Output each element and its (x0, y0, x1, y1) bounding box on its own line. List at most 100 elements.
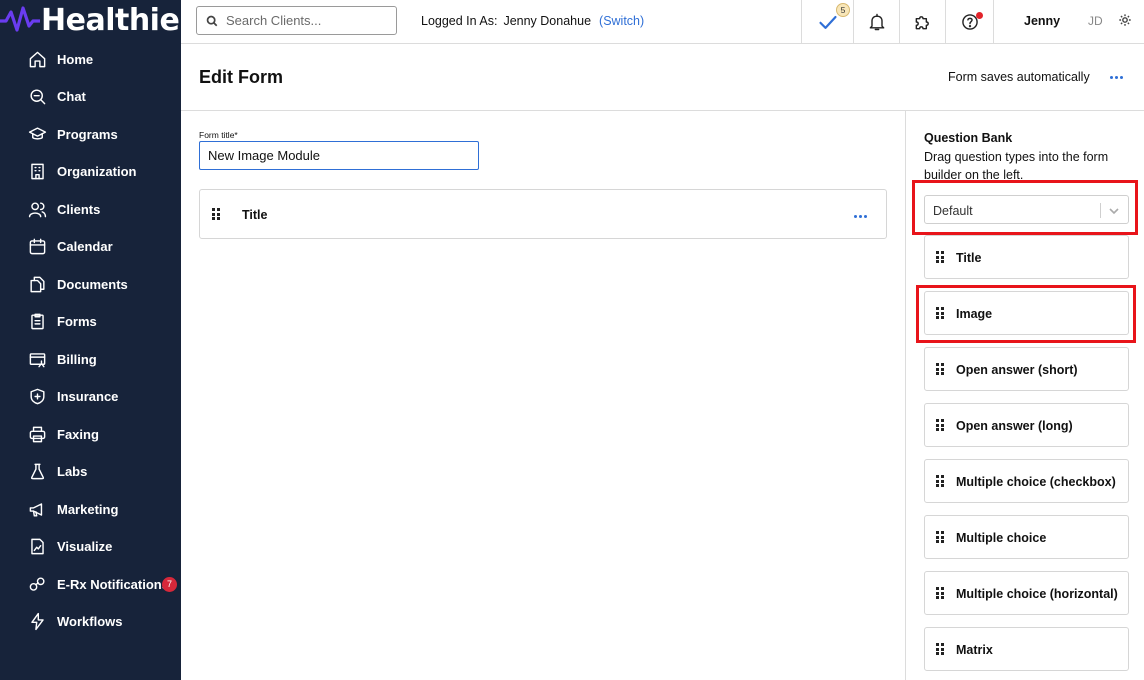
topbar: Logged In As: Jenny Donahue (Switch) 5 Jen… (181, 0, 1144, 44)
chat-icon (27, 86, 47, 106)
question-set-select[interactable]: Default (924, 195, 1129, 224)
sidebar-item-clients[interactable]: Clients (0, 194, 181, 224)
question-type-title[interactable]: Title (924, 235, 1129, 279)
sidebar-item-billing[interactable]: Billing (0, 344, 181, 374)
lightning-icon (27, 611, 47, 631)
page-header: Edit Form Form saves automatically (181, 44, 1144, 111)
shield-icon (27, 386, 47, 406)
question-type-multiple-choice-checkbox[interactable]: Multiple choice (checkbox) (924, 459, 1129, 503)
home-icon (27, 49, 47, 69)
help-button[interactable] (945, 0, 993, 44)
question-type-label: Title (956, 251, 982, 265)
search-box[interactable] (196, 6, 397, 35)
pill-icon (27, 574, 47, 594)
sidebar-item-label: Clients (57, 201, 101, 217)
gear-icon[interactable] (1118, 13, 1132, 27)
sidebar-item-label: Marketing (57, 501, 119, 517)
sidebar-item-organization[interactable]: Organization (0, 156, 181, 186)
question-type-open-answer-long[interactable]: Open answer (long) (924, 403, 1129, 447)
drag-handle-icon[interactable] (212, 208, 220, 220)
question-bank-description: Drag question types into the form builde… (924, 150, 1109, 182)
search-icon (206, 15, 218, 26)
chevron-down-icon[interactable] (1108, 204, 1120, 216)
tasks-button[interactable]: 5 (801, 0, 853, 44)
form-title-label: Form title* (199, 130, 238, 140)
brand-name: Healthie (41, 2, 180, 38)
question-type-label: Multiple choice (horizontal) (956, 587, 1118, 601)
sidebar-item-label: E-Rx Notifications (57, 576, 169, 592)
sidebar-item-calendar[interactable]: Calendar (0, 231, 181, 261)
notifications-button[interactable] (853, 0, 899, 44)
documents-icon (27, 274, 47, 294)
block-options-menu-icon[interactable] (854, 215, 867, 218)
sidebar-item-label: Documents (57, 276, 128, 292)
sidebar-item-faxing[interactable]: Faxing (0, 419, 181, 449)
sidebar-item-programs[interactable]: Programs (0, 119, 181, 149)
search-input[interactable] (226, 13, 396, 28)
drag-handle-icon[interactable] (936, 419, 944, 431)
tasks-count-badge: 5 (836, 3, 850, 17)
question-bank-panel: Question Bank Drag question types into t… (905, 111, 1144, 680)
clipboard-icon (27, 311, 47, 331)
logged-in-user: Jenny Donahue (503, 14, 592, 28)
question-type-multiple-choice-horizontal[interactable]: Multiple choice (horizontal) (924, 571, 1129, 615)
user-first-name[interactable]: Jenny (1024, 14, 1060, 28)
sidebar-item-label: Organization (57, 163, 137, 179)
question-type-label: Matrix (956, 643, 993, 657)
printer-icon (27, 424, 47, 444)
form-options-menu-icon[interactable] (1110, 76, 1123, 79)
sidebar: Healthie Home Chat Programs Organization… (0, 0, 181, 680)
question-type-label: Image (956, 307, 993, 321)
drag-handle-icon[interactable] (936, 251, 944, 263)
question-type-label: Open answer (short) (956, 363, 1078, 377)
healthie-logo[interactable]: Healthie (0, 2, 180, 38)
integrations-button[interactable] (899, 0, 945, 44)
building-icon (27, 161, 47, 181)
sidebar-item-erx-notifications[interactable]: E-Rx Notifications 7 (0, 569, 181, 599)
calendar-icon (27, 236, 47, 256)
sidebar-item-visualize[interactable]: Visualize (0, 531, 181, 561)
sidebar-item-documents[interactable]: Documents (0, 269, 181, 299)
logged-in-label: Logged In As: (421, 14, 498, 28)
sidebar-item-label: Billing (57, 351, 97, 367)
sidebar-item-label: Chat (57, 88, 86, 104)
drag-handle-icon[interactable] (936, 307, 944, 319)
drag-handle-icon[interactable] (936, 475, 944, 487)
graduation-cap-icon (27, 124, 47, 144)
sidebar-item-insurance[interactable]: Insurance (0, 381, 181, 411)
drag-handle-icon[interactable] (936, 531, 944, 543)
question-type-open-answer-short[interactable]: Open answer (short) (924, 347, 1129, 391)
sidebar-item-labs[interactable]: Labs (0, 456, 181, 486)
help-alert-dot (976, 12, 983, 19)
drag-handle-icon[interactable] (936, 587, 944, 599)
sidebar-item-label: Visualize (57, 538, 113, 554)
question-type-image[interactable]: Image (924, 291, 1129, 335)
drag-handle-icon[interactable] (936, 643, 944, 655)
sidebar-item-chat[interactable]: Chat (0, 81, 181, 111)
question-type-multiple-choice[interactable]: Multiple choice (924, 515, 1129, 559)
bell-icon (869, 13, 884, 31)
question-type-label: Multiple choice (956, 531, 1047, 545)
sidebar-item-label: Insurance (57, 388, 119, 404)
form-title-input[interactable] (199, 141, 479, 170)
sidebar-item-marketing[interactable]: Marketing (0, 494, 181, 524)
question-type-matrix[interactable]: Matrix (924, 627, 1129, 671)
logged-in-info: Logged In As: Jenny Donahue (Switch) (421, 14, 644, 28)
megaphone-icon (27, 499, 47, 519)
sidebar-item-label: Faxing (57, 426, 99, 442)
sidebar-item-workflows[interactable]: Workflows (0, 606, 181, 636)
puzzle-piece-icon (915, 16, 929, 30)
sidebar-item-label: Home (57, 51, 94, 67)
switch-user-link[interactable]: (Switch) (599, 14, 644, 28)
form-block-title[interactable]: Title (199, 189, 887, 239)
drag-handle-icon[interactable] (936, 363, 944, 375)
avatar[interactable]: JD (1088, 14, 1103, 28)
sidebar-item-label: Forms (57, 313, 97, 329)
wave-logo-icon (0, 6, 40, 32)
sidebar-item-home[interactable]: Home (0, 44, 181, 74)
question-bank-title: Question Bank (924, 131, 1013, 145)
users-icon (27, 199, 47, 219)
billing-icon (27, 349, 47, 369)
sidebar-item-label: Workflows (57, 613, 123, 629)
sidebar-item-forms[interactable]: Forms (0, 306, 181, 336)
